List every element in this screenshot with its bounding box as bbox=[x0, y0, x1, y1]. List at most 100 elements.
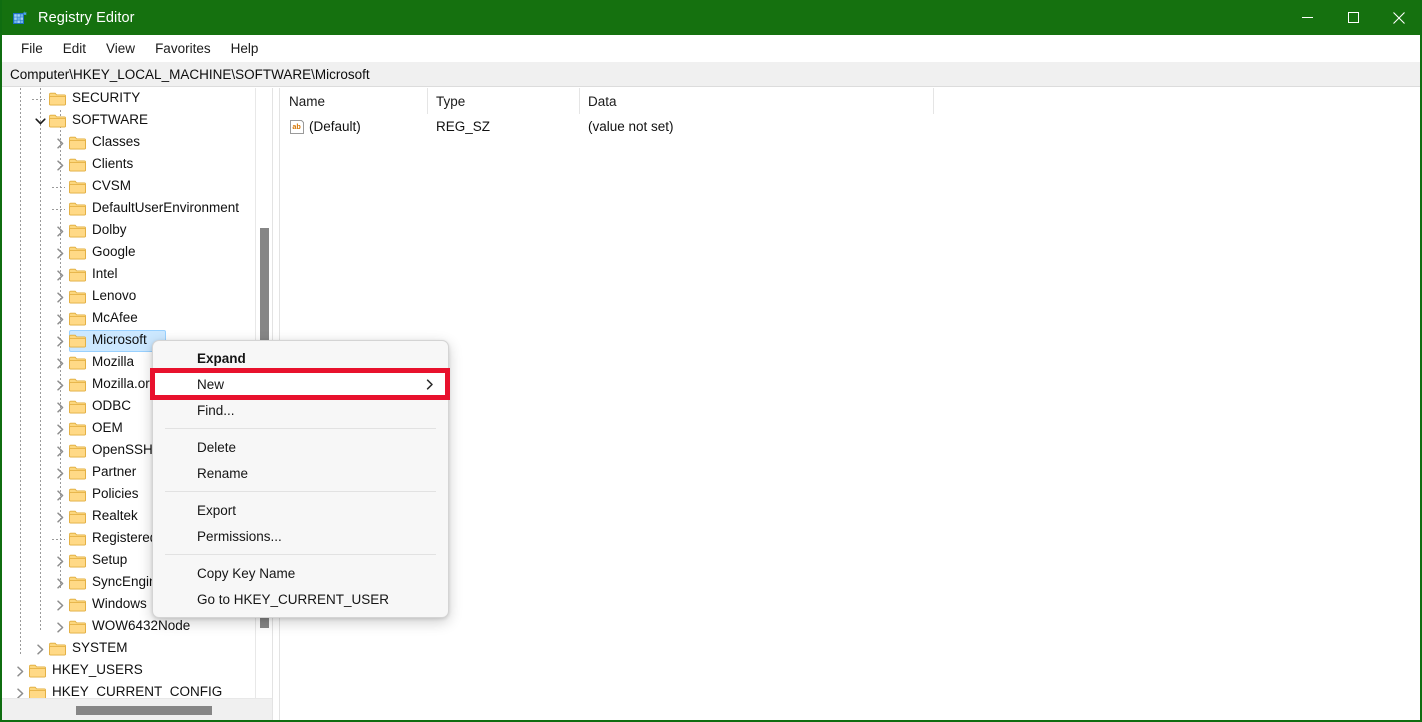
window-title: Registry Editor bbox=[38, 9, 135, 26]
tree-item-google[interactable]: Google bbox=[2, 242, 272, 264]
tree-item-label: OEM bbox=[92, 420, 123, 435]
folder-icon bbox=[69, 400, 86, 414]
chevron-right-icon bbox=[426, 378, 434, 390]
chevron-right-icon[interactable] bbox=[52, 330, 68, 352]
folder-icon bbox=[69, 466, 86, 480]
chevron-down-icon[interactable] bbox=[32, 110, 48, 132]
tree-item-classes[interactable]: Classes bbox=[2, 132, 272, 154]
chevron-right-icon[interactable] bbox=[52, 308, 68, 330]
context-menu-item-new[interactable]: New bbox=[153, 371, 448, 397]
folder-icon bbox=[69, 378, 86, 392]
folder-icon bbox=[69, 598, 86, 612]
chevron-right-icon[interactable] bbox=[52, 484, 68, 506]
menu-file[interactable]: File bbox=[11, 38, 53, 60]
folder-icon bbox=[69, 290, 86, 304]
chevron-right-icon[interactable] bbox=[52, 220, 68, 242]
context-menu-item-go-to-hkey-current-user[interactable]: Go to HKEY_CURRENT_USER bbox=[153, 586, 448, 612]
tree-item-label: Microsoft bbox=[92, 332, 147, 347]
chevron-right-icon[interactable] bbox=[52, 264, 68, 286]
tree-item-hkey-current-config[interactable]: HKEY_CURRENT_CONFIG bbox=[2, 682, 272, 698]
tree-leaf-spacer bbox=[52, 198, 68, 220]
tree-item-mcafee[interactable]: McAfee bbox=[2, 308, 272, 330]
chevron-right-icon[interactable] bbox=[52, 616, 68, 638]
column-header-data[interactable]: Data bbox=[580, 88, 934, 114]
value-name-cell: ab (Default) bbox=[281, 114, 428, 139]
chevron-right-icon[interactable] bbox=[52, 242, 68, 264]
folder-icon bbox=[69, 136, 86, 150]
values-list[interactable]: ab (Default) REG_SZ (value not set) bbox=[281, 114, 1420, 139]
tree-item-lenovo[interactable]: Lenovo bbox=[2, 286, 272, 308]
tree-item-dolby[interactable]: Dolby bbox=[2, 220, 272, 242]
tree-leaf-spacer bbox=[52, 176, 68, 198]
tree-item-clients[interactable]: Clients bbox=[2, 154, 272, 176]
chevron-right-icon[interactable] bbox=[52, 286, 68, 308]
menu-favorites[interactable]: Favorites bbox=[145, 38, 221, 60]
context-menu-item-label: Go to HKEY_CURRENT_USER bbox=[197, 591, 390, 607]
value-name-label: (Default) bbox=[309, 119, 361, 134]
context-menu-item-delete[interactable]: Delete bbox=[153, 434, 448, 460]
menu-help[interactable]: Help bbox=[221, 38, 269, 60]
folder-icon bbox=[69, 356, 86, 370]
chevron-right-icon[interactable] bbox=[52, 418, 68, 440]
tree-item-system[interactable]: SYSTEM bbox=[2, 638, 272, 660]
chevron-right-icon[interactable] bbox=[52, 154, 68, 176]
chevron-right-icon[interactable] bbox=[52, 550, 68, 572]
chevron-right-icon[interactable] bbox=[32, 638, 48, 660]
tree-item-label: ODBC bbox=[92, 398, 132, 413]
context-menu-item-export[interactable]: Export bbox=[153, 497, 448, 523]
close-button[interactable] bbox=[1376, 0, 1420, 35]
chevron-right-icon[interactable] bbox=[12, 660, 28, 682]
chevron-right-icon[interactable] bbox=[52, 440, 68, 462]
context-menu-item-permissions[interactable]: Permissions... bbox=[153, 523, 448, 549]
tree-item-security[interactable]: SECURITY bbox=[2, 88, 272, 110]
folder-icon bbox=[69, 620, 86, 634]
maximize-button[interactable] bbox=[1330, 0, 1376, 35]
registry-key-context-menu[interactable]: Expand New Find... Delete Rename Export Permis… bbox=[152, 340, 449, 618]
tree-item-label: Windows bbox=[92, 596, 147, 611]
context-menu-item-rename[interactable]: Rename bbox=[153, 460, 448, 486]
minimize-button[interactable] bbox=[1284, 0, 1330, 35]
context-menu-item-find[interactable]: Find... bbox=[153, 397, 448, 423]
folder-icon bbox=[69, 554, 86, 568]
chevron-right-icon[interactable] bbox=[52, 462, 68, 484]
tree-item-label: Classes bbox=[92, 134, 141, 149]
menu-edit[interactable]: Edit bbox=[53, 38, 96, 60]
tree-item-defaultuserenvironment[interactable]: DefaultUserEnvironment bbox=[2, 198, 272, 220]
context-menu-item-copy-key-name[interactable]: Copy Key Name bbox=[153, 560, 448, 586]
chevron-right-icon[interactable] bbox=[52, 594, 68, 616]
chevron-right-icon[interactable] bbox=[52, 352, 68, 374]
tree-item-wow6432node[interactable]: WOW6432Node bbox=[2, 616, 272, 638]
tree-item-label: DefaultUserEnvironment bbox=[92, 200, 240, 215]
tree-item-cvsm[interactable]: CVSM bbox=[2, 176, 272, 198]
tree-leaf-spacer bbox=[52, 528, 68, 550]
address-bar[interactable]: Computer\HKEY_LOCAL_MACHINE\SOFTWARE\Mic… bbox=[2, 62, 1420, 87]
chevron-right-icon[interactable] bbox=[52, 506, 68, 528]
folder-icon bbox=[69, 180, 86, 194]
tree-horizontal-scroll-thumb[interactable] bbox=[76, 706, 212, 715]
chevron-right-icon[interactable] bbox=[52, 374, 68, 396]
context-menu-item-label: Copy Key Name bbox=[197, 565, 296, 581]
context-menu-item-expand[interactable]: Expand bbox=[153, 345, 448, 371]
folder-icon bbox=[69, 422, 86, 436]
context-menu-item-label: New bbox=[197, 376, 225, 392]
column-header-name[interactable]: Name bbox=[281, 88, 428, 114]
folder-icon bbox=[29, 664, 46, 678]
folder-icon bbox=[69, 246, 86, 260]
tree-horizontal-scrollbar[interactable] bbox=[2, 698, 272, 720]
tree-item-intel[interactable]: Intel bbox=[2, 264, 272, 286]
folder-icon bbox=[49, 114, 66, 128]
chevron-right-icon[interactable] bbox=[52, 132, 68, 154]
context-menu-item-label: Rename bbox=[197, 465, 249, 481]
chevron-right-icon[interactable] bbox=[52, 396, 68, 418]
tree-item-label: CVSM bbox=[92, 178, 132, 193]
chevron-right-icon[interactable] bbox=[52, 572, 68, 594]
tree-item-hkey-users[interactable]: HKEY_USERS bbox=[2, 660, 272, 682]
registry-path: Computer\HKEY_LOCAL_MACHINE\SOFTWARE\Mic… bbox=[10, 66, 370, 82]
chevron-right-icon[interactable] bbox=[12, 682, 28, 698]
folder-icon bbox=[69, 444, 86, 458]
menu-view[interactable]: View bbox=[96, 38, 145, 60]
column-header-type[interactable]: Type bbox=[428, 88, 580, 114]
folder-icon bbox=[69, 488, 86, 502]
tree-item-software[interactable]: SOFTWARE bbox=[2, 110, 272, 132]
values-list-row[interactable]: ab (Default) REG_SZ (value not set) bbox=[281, 114, 1420, 139]
